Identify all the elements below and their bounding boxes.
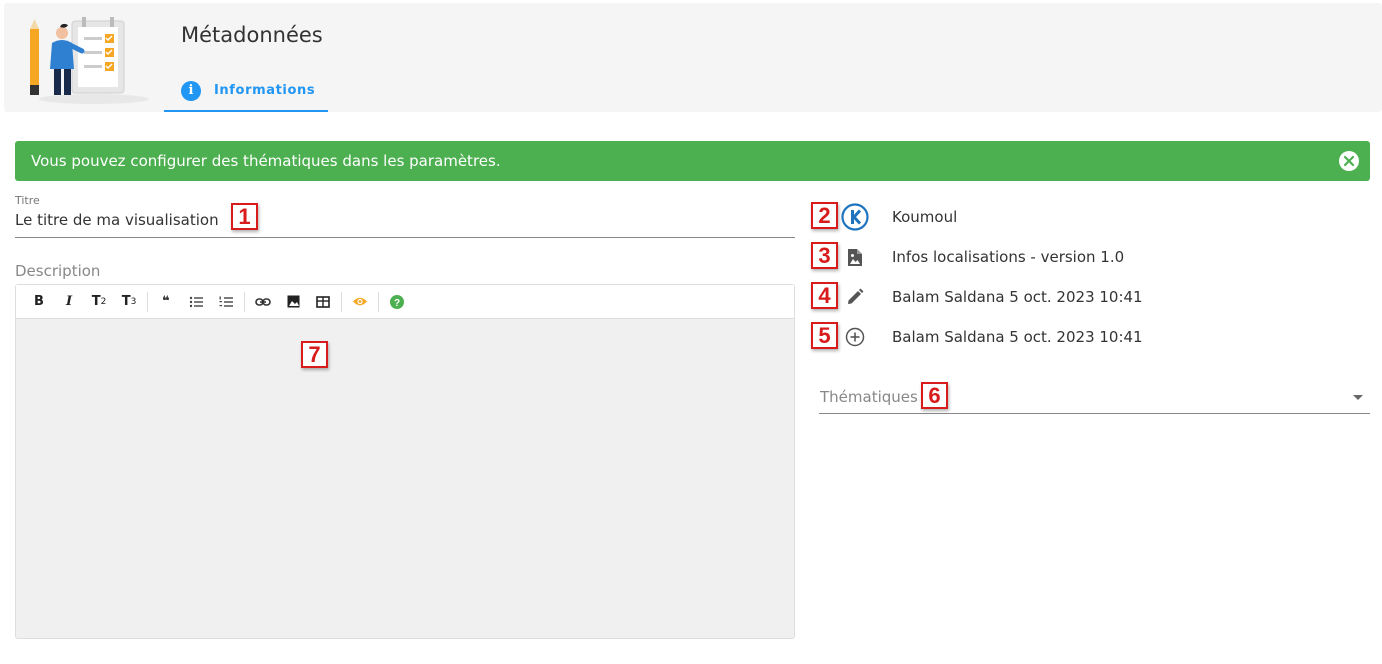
updated-row: Balam Saldana 5 oct. 2023 10:41 (840, 282, 1143, 312)
pencil-icon (840, 282, 870, 312)
bold-icon[interactable]: B (24, 289, 54, 315)
topics-underline (819, 413, 1370, 414)
metadata-illustration (30, 17, 149, 104)
annotation-badge-6: 6 (921, 382, 948, 409)
alert-text: Vous pouvez configurer des thématiques d… (31, 152, 501, 170)
editor-toolbar: B I T2 T3 ❝ ? (16, 285, 794, 319)
dataset-row: Infos localisations - version 1.0 (840, 242, 1124, 272)
koumoul-logo-icon (840, 202, 870, 232)
organization-row: Koumoul (840, 202, 957, 232)
image-icon[interactable] (278, 289, 308, 315)
topics-select[interactable]: Thématiques (820, 388, 918, 406)
title-underline (15, 237, 795, 238)
tab-label: Informations (214, 83, 316, 98)
toolbar-separator (341, 291, 342, 312)
table-icon[interactable] (308, 289, 338, 315)
italic-icon[interactable]: I (54, 289, 84, 315)
created-row: Balam Saldana 5 oct. 2023 10:41 (840, 322, 1143, 352)
title-label: Titre (15, 194, 40, 207)
toolbar-separator (147, 291, 148, 312)
preview-eye-icon[interactable] (345, 289, 375, 315)
annotation-badge-4: 4 (811, 282, 838, 309)
annotation-badge-7: 7 (301, 341, 328, 368)
annotation-badge-1: 1 (231, 203, 258, 230)
dataset-name[interactable]: Infos localisations - version 1.0 (892, 248, 1124, 266)
t3-sub: 3 (130, 296, 137, 307)
created-info: Balam Saldana 5 oct. 2023 10:41 (892, 328, 1143, 346)
t3-glyph: T (121, 294, 131, 309)
dataset-file-icon (840, 242, 870, 272)
t2-glyph: T (91, 294, 101, 309)
italic-glyph: I (65, 294, 73, 309)
info-icon: i (181, 80, 201, 101)
quote-icon[interactable]: ❝ (151, 289, 181, 315)
info-alert: Vous pouvez configurer des thématiques d… (15, 141, 1370, 181)
annotation-badge-3: 3 (811, 242, 838, 269)
organization-name: Koumoul (892, 208, 958, 226)
page-title: Métadonnées (181, 23, 323, 47)
heading2-icon[interactable]: T2 (84, 289, 114, 315)
toolbar-separator (244, 291, 245, 312)
add-circle-icon (840, 322, 870, 352)
annotation-badge-2: 2 (811, 202, 838, 229)
t2-sub: 2 (100, 296, 107, 307)
bold-glyph: B (34, 294, 44, 309)
quote-glyph: ❝ (162, 294, 170, 309)
link-icon[interactable] (248, 289, 278, 315)
svg-text:?: ? (394, 298, 400, 309)
description-editor[interactable]: B I T2 T3 ❝ ? (15, 284, 795, 639)
title-input[interactable]: Le titre de ma visualisation (15, 211, 219, 229)
help-icon[interactable]: ? (382, 289, 412, 315)
close-icon[interactable] (1339, 151, 1359, 171)
annotation-badge-5: 5 (811, 322, 838, 349)
tab-informations[interactable]: i Informations (164, 71, 328, 112)
heading3-icon[interactable]: T3 (114, 289, 144, 315)
page-header: Métadonnées i Informations (4, 3, 1382, 112)
chevron-down-icon[interactable] (1353, 395, 1363, 400)
updated-info: Balam Saldana 5 oct. 2023 10:41 (892, 288, 1143, 306)
description-label: Description (15, 262, 101, 280)
bullet-list-icon[interactable] (181, 289, 211, 315)
ordered-list-icon[interactable] (211, 289, 241, 315)
toolbar-separator (378, 291, 379, 312)
